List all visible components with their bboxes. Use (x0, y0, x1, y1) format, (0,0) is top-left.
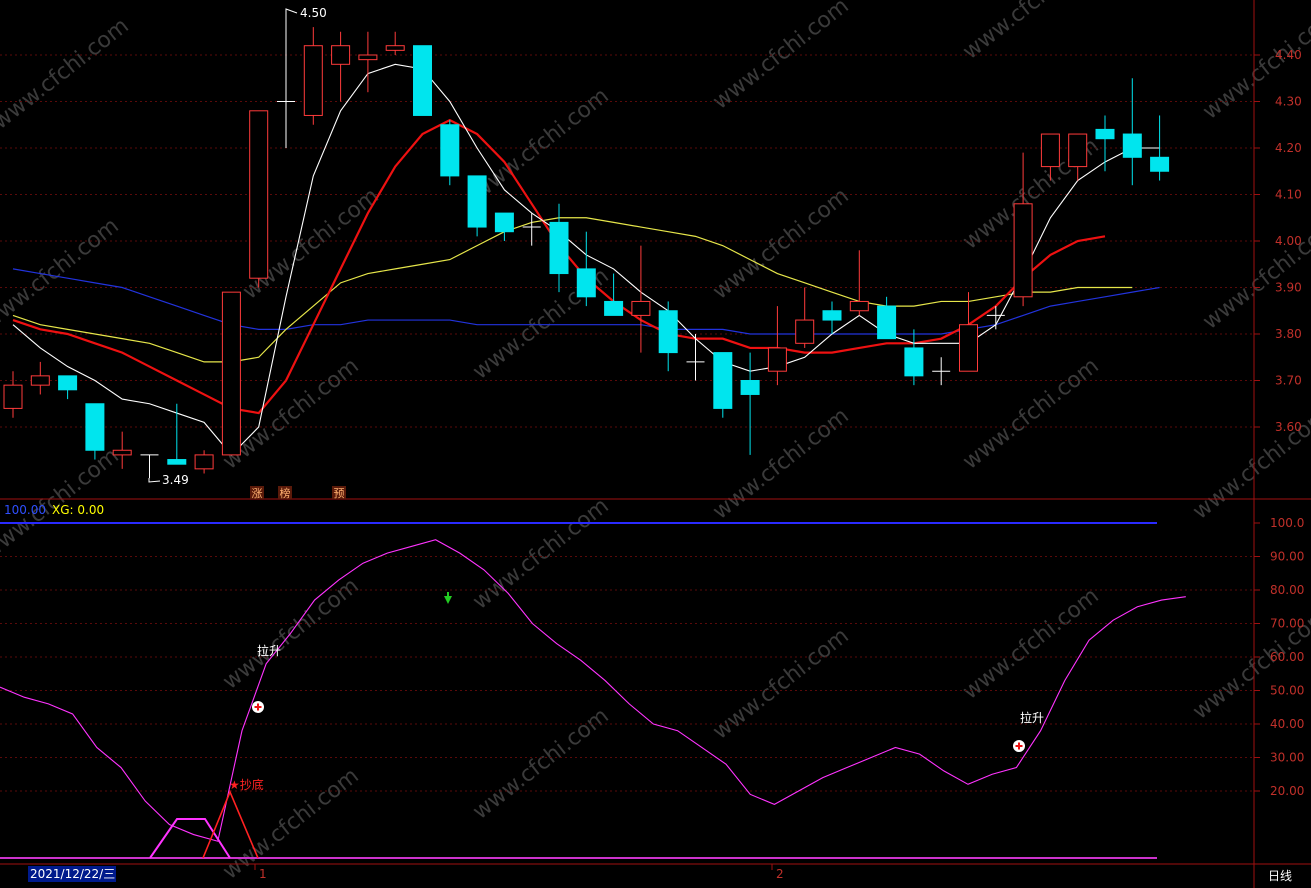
annotation-label: 拉升 (1020, 710, 1044, 725)
candle-body (849, 300, 869, 312)
magenta-signal-line (149, 818, 231, 859)
watermark-text: www.cfchi.com (0, 13, 134, 134)
candle-body (549, 221, 569, 275)
candle-body (167, 459, 187, 465)
watermark-text: www.cfchi.com (708, 0, 853, 115)
candle-body (795, 319, 815, 344)
time-tick-label: 2 (776, 867, 784, 881)
cursor-date-label: 2021/12/22/三 (28, 866, 116, 882)
watermark-text: www.cfchi.com (708, 623, 853, 744)
candle-body (1122, 133, 1142, 158)
chart-canvas[interactable]: www.cfchi.com www.cfchi.com www.cfchi.com w… (0, 0, 1311, 888)
watermark-text: www.cfchi.com (958, 353, 1103, 474)
annotation-label: 拉升 (257, 643, 281, 658)
oscillator-line (0, 539, 1186, 842)
price-tick-label: 3.90 (1275, 281, 1302, 295)
price-tick-label: 4.10 (1275, 188, 1302, 202)
candle-body (331, 45, 351, 65)
price-tick-label: 3.60 (1275, 420, 1302, 434)
period-label[interactable]: 日线 (1268, 867, 1292, 884)
watermark-text: www.cfchi.com (468, 493, 613, 614)
low-marker-arrow (148, 478, 161, 483)
candle-body (1040, 133, 1060, 168)
watermark-text: www.cfchi.com (708, 403, 853, 524)
indicator-tick-label: 80.00 (1270, 583, 1304, 597)
candle-body (3, 384, 23, 409)
price-tick-label: 4.40 (1275, 48, 1302, 62)
watermark-text: www.cfchi.com (218, 573, 363, 694)
high-marker-arrow (285, 8, 298, 14)
xg-value-label: XG: 0.00 (52, 503, 105, 517)
low-marker-label: 3.49 (162, 473, 189, 487)
candle-body (877, 305, 897, 340)
candle-body (713, 352, 733, 409)
candle-body (358, 54, 378, 61)
high-marker-label: 4.50 (300, 6, 327, 20)
candle-body (631, 300, 651, 316)
watermark-text: www.cfchi.com (0, 213, 124, 334)
price-tick-label: 4.00 (1275, 234, 1302, 248)
candle-body (112, 449, 132, 456)
indicator-tick-label: 20.00 (1270, 784, 1304, 798)
signal-tag-label: 涨 (252, 487, 263, 500)
candle-body (959, 324, 978, 372)
price-tick-label: 3.70 (1275, 374, 1302, 388)
candle-body (576, 268, 596, 298)
price-tick-label: 3.80 (1275, 327, 1302, 341)
annotation-label: ★抄底 (229, 777, 264, 792)
candle-body (767, 347, 787, 372)
signal-tag-label: 榜 (280, 486, 291, 500)
candle-body (1068, 133, 1088, 168)
candle-body (740, 380, 760, 395)
signal-tag-label: 预 (334, 487, 345, 500)
candle-body (85, 403, 105, 451)
candle-body (1095, 128, 1115, 140)
watermark-text: www.cfchi.com (958, 583, 1103, 704)
candle-body (30, 375, 50, 386)
candle-body (194, 454, 214, 470)
indicator-tick-label: 30.00 (1270, 751, 1304, 765)
candle-body (822, 310, 842, 321)
indicator-tick-label: 50.00 (1270, 684, 1304, 698)
price-tick-label: 4.20 (1275, 141, 1302, 155)
candle-body (604, 300, 624, 316)
indicator-value-label: 100.00 (4, 503, 46, 517)
watermark-text: www.cfchi.com (1198, 213, 1311, 334)
watermark-text: www.cfchi.com (708, 183, 853, 304)
indicator-tick-label: 70.00 (1270, 617, 1304, 631)
candle-body (904, 347, 924, 377)
indicator-tick-label: 40.00 (1270, 717, 1304, 731)
candle-body (303, 45, 323, 116)
candle-body (58, 375, 78, 391)
candle-body (413, 45, 432, 116)
candle-body (494, 212, 514, 233)
candle-body (1013, 203, 1033, 298)
candle-body (385, 45, 405, 51)
candle-body (1150, 156, 1170, 172)
indicator-tick-label: 60.00 (1270, 650, 1304, 664)
candle-body (221, 291, 241, 456)
candle-body (467, 175, 487, 228)
time-tick-label: 1 (259, 867, 267, 881)
indicator-tick-label: 90.00 (1270, 550, 1304, 564)
price-tick-label: 4.30 (1275, 95, 1302, 109)
candles-group (3, 13, 1170, 479)
indicator-tick-label: 100.0 (1270, 516, 1304, 530)
candle-body (440, 124, 460, 177)
candle-body (249, 110, 269, 279)
candle-body (658, 310, 678, 354)
watermark-text: www.cfchi.com (468, 703, 613, 824)
